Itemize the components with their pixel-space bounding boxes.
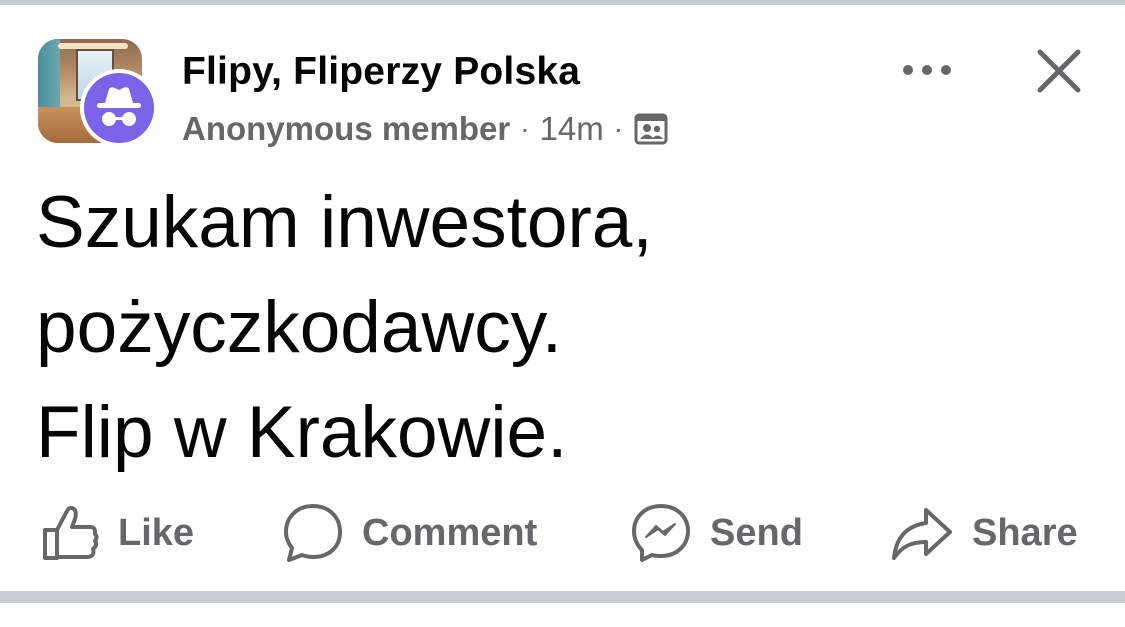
more-options-button[interactable]	[898, 48, 956, 92]
top-divider	[0, 0, 1125, 5]
group-members-icon	[633, 111, 669, 147]
comment-button[interactable]: Comment	[282, 500, 537, 566]
comment-label: Comment	[362, 511, 538, 554]
comment-bubble-icon	[282, 502, 344, 564]
send-label: Send	[710, 511, 803, 554]
like-label: Like	[118, 511, 195, 554]
group-name[interactable]: Flipy, Fliperzy Polska	[182, 50, 580, 94]
incognito-icon	[97, 87, 141, 126]
share-label: Share	[972, 511, 1078, 554]
post-line: Szukam inwestora,	[36, 182, 653, 263]
like-button[interactable]: Like	[40, 500, 194, 566]
author-name[interactable]: Anonymous member	[182, 110, 510, 148]
meta-separator: ·	[520, 113, 530, 144]
post-line: pożyczkodawcy.	[36, 287, 563, 368]
more-horizontal-icon	[903, 65, 951, 75]
send-button[interactable]: Send	[630, 500, 803, 566]
messenger-icon	[630, 502, 692, 564]
thumbs-up-icon	[40, 503, 100, 563]
meta-separator: ·	[613, 113, 624, 144]
share-button[interactable]: Share	[890, 500, 1078, 566]
close-icon	[1037, 49, 1081, 93]
share-arrow-icon	[890, 504, 954, 562]
post-body: Szukam inwestora, pożyczkodawcy. Flip w …	[36, 170, 1086, 485]
close-button[interactable]	[1028, 40, 1090, 102]
anonymous-badge	[80, 69, 158, 147]
bottom-divider	[0, 591, 1125, 603]
post-time[interactable]: 14m	[540, 110, 604, 148]
group-avatar[interactable]	[36, 37, 160, 147]
post-line: Flip w Krakowie.	[36, 392, 568, 473]
post-meta: Anonymous member · 14m ·	[182, 108, 669, 150]
